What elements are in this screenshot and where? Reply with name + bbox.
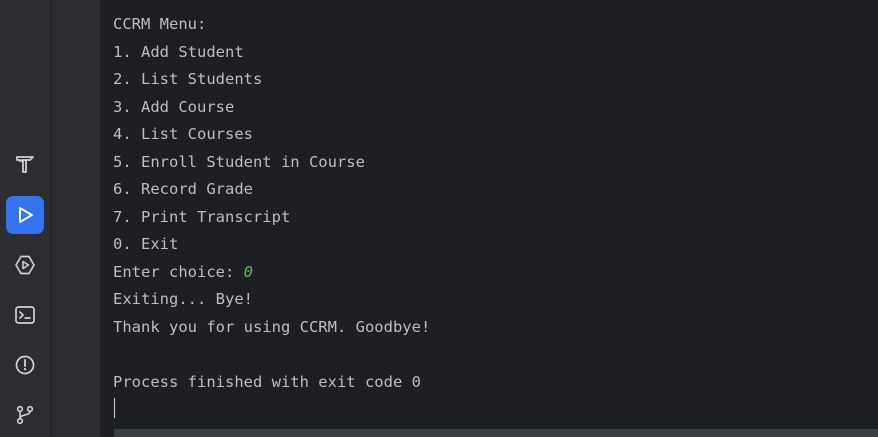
horizontal-scrollbar[interactable] [114, 429, 878, 437]
console-line-option: 3. Add Course [113, 97, 235, 116]
console-line-option: 6. Record Grade [113, 180, 253, 198]
git-button[interactable] [6, 396, 44, 434]
console-line-goodbye: Thank you for using CCRM. Goodbye! [113, 317, 431, 336]
console-line-option: 5. Enroll Student in Course [113, 152, 365, 171]
console-line-option: 0. Exit [113, 235, 179, 253]
build-hammer-icon [16, 156, 34, 173]
build-button[interactable] [6, 145, 44, 183]
console-line-exit: Exiting... Bye! [113, 290, 253, 308]
terminal-icon [15, 306, 35, 324]
run-button[interactable] [6, 196, 44, 234]
run-console[interactable]: CCRM Menu: 1. Add Student 2. List Studen… [100, 0, 878, 437]
problems-icon [15, 355, 35, 375]
user-input-value: 0 [243, 262, 253, 281]
console-line-menu-title: CCRM Menu: [113, 15, 207, 33]
run-icon [19, 207, 33, 223]
console-line-option: 2. List Students [113, 70, 263, 88]
console-line-option: 1. Add Student [113, 42, 244, 61]
console-line-process-status: Process finished with exit code 0 [113, 372, 421, 391]
console-line-option: 7. Print Transcript [113, 207, 291, 226]
console-line-option: 4. List Courses [113, 125, 253, 143]
problems-button[interactable] [6, 346, 44, 384]
terminal-button[interactable] [6, 296, 44, 334]
tool-window-bar [0, 0, 52, 437]
console-output: CCRM Menu: 1. Add Student 2. List Studen… [113, 11, 430, 396]
git-branch-icon [16, 405, 34, 425]
services-button[interactable] [6, 246, 44, 284]
console-line-prompt: Enter choice: 0 [113, 259, 430, 287]
text-caret [114, 398, 115, 418]
ide-window: CCRM Menu: 1. Add Student 2. List Studen… [0, 0, 878, 437]
console-gutter [52, 0, 100, 437]
services-icon [15, 255, 35, 275]
prompt-text: Enter choice: [113, 262, 244, 281]
